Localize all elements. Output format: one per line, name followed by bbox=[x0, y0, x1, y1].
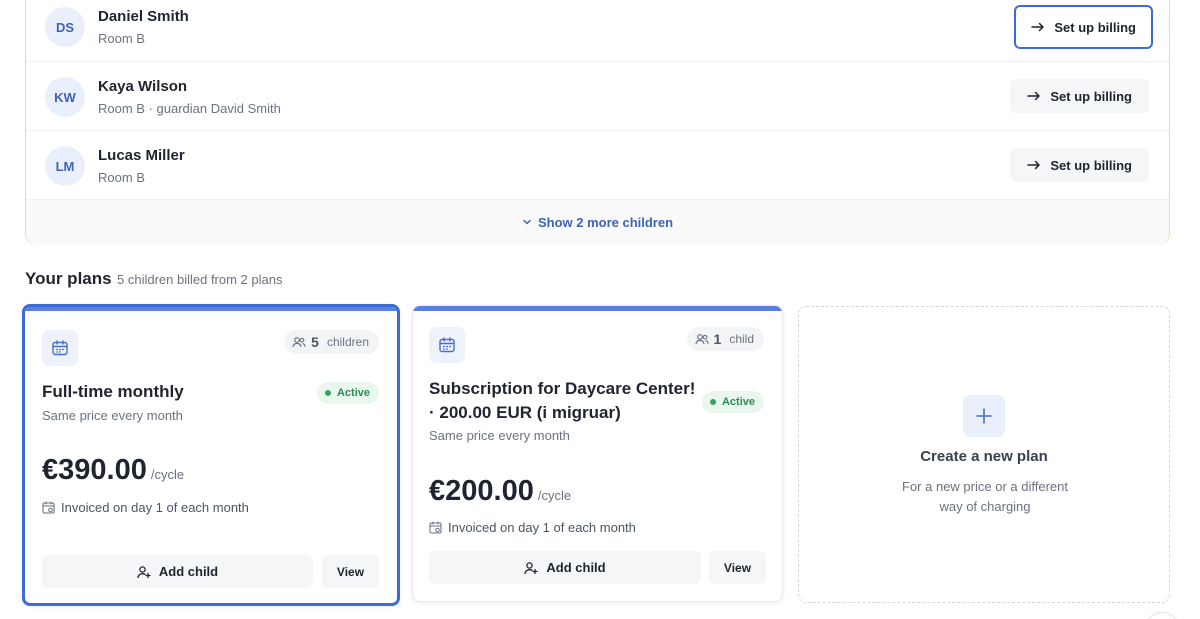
child-name: Daniel Smith bbox=[98, 8, 189, 25]
status-dot-icon bbox=[324, 390, 331, 396]
calendar-small-icon bbox=[429, 521, 442, 534]
price-cycle: /cycle bbox=[150, 467, 185, 482]
set-up-billing-button[interactable]: Set up billing bbox=[1010, 148, 1149, 182]
arrow-right-icon bbox=[1027, 160, 1041, 170]
add-child-label: Add child bbox=[546, 560, 606, 575]
plan-name: Full-time monthly bbox=[42, 382, 184, 401]
invoice-schedule: Invoiced on day 1 of each month bbox=[42, 500, 249, 515]
plan-pricing-type: Same price every month bbox=[42, 408, 183, 423]
plus-icon bbox=[963, 395, 1005, 437]
children-count-label: children bbox=[326, 335, 369, 349]
status-label: Active bbox=[336, 387, 370, 399]
avatar: KW bbox=[45, 77, 85, 117]
calendar-small-icon bbox=[42, 501, 55, 514]
set-up-billing-label: Set up billing bbox=[1054, 19, 1136, 35]
create-plan-card[interactable]: Create a new plan For a new price or a d… bbox=[798, 306, 1170, 603]
users-icon bbox=[292, 337, 306, 348]
arrow-right-icon bbox=[1027, 91, 1041, 101]
add-child-button[interactable]: Add child bbox=[429, 551, 701, 584]
status-badge: Active bbox=[701, 391, 764, 413]
calendar-icon bbox=[429, 327, 465, 363]
avatar: LM bbox=[45, 146, 85, 186]
child-name: Kaya Wilson bbox=[98, 78, 188, 95]
card-accent-bar bbox=[413, 306, 782, 311]
set-up-billing-button[interactable]: Set up billing bbox=[1010, 79, 1149, 113]
chevron-down-icon bbox=[523, 219, 531, 225]
children-count-badge: 5 children bbox=[284, 330, 379, 354]
section-subtitle: 5 children billed from 2 plans bbox=[117, 272, 283, 287]
section-title: Your plans bbox=[25, 269, 112, 288]
plan-card[interactable]: 5 children Full-time monthly Same price … bbox=[22, 304, 400, 606]
add-child-label: Add child bbox=[158, 564, 219, 579]
show-more-children-button[interactable]: Show 2 more children bbox=[26, 200, 1169, 244]
children-count: 1 bbox=[713, 331, 722, 347]
status-badge: Active bbox=[316, 382, 379, 404]
plan-name: Subscription for Daycare Center! · 200.0… bbox=[429, 379, 696, 422]
children-list-panel: DS Daniel Smith Room B Set up billing KW… bbox=[25, 0, 1170, 244]
set-up-billing-label: Set up billing bbox=[1050, 88, 1132, 104]
create-plan-title: Create a new plan bbox=[920, 448, 1048, 465]
add-child-button[interactable]: Add child bbox=[42, 555, 313, 588]
users-icon bbox=[694, 334, 709, 345]
show-more-label: Show 2 more children bbox=[537, 214, 674, 230]
child-row: DS Daniel Smith Room B Set up billing bbox=[26, 0, 1169, 62]
child-detail: Room B · guardian David Smith bbox=[98, 101, 281, 116]
set-up-billing-label: Set up billing bbox=[1050, 157, 1132, 173]
plan-price: €390.00/cycle bbox=[42, 454, 184, 487]
child-row: LM Lucas Miller Room B Set up billing bbox=[26, 131, 1169, 200]
calendar-icon bbox=[42, 330, 78, 366]
children-count-label: child bbox=[729, 332, 754, 346]
price-amount: €390.00 bbox=[42, 454, 147, 486]
child-detail: Room B bbox=[98, 31, 145, 46]
child-detail: Room B bbox=[98, 170, 145, 185]
children-count: 5 bbox=[311, 334, 319, 350]
plan-price: €200.00/cycle bbox=[429, 475, 571, 508]
avatar: DS bbox=[45, 7, 85, 47]
invoice-text: Invoiced on day 1 of each month bbox=[448, 520, 636, 535]
price-amount: €200.00 bbox=[429, 475, 534, 507]
user-plus-icon bbox=[137, 565, 151, 578]
set-up-billing-button[interactable]: Set up billing bbox=[1014, 5, 1153, 49]
view-plan-button[interactable]: View bbox=[322, 555, 379, 588]
invoice-schedule: Invoiced on day 1 of each month bbox=[429, 520, 636, 535]
floating-action-button[interactable] bbox=[1145, 612, 1179, 619]
plan-card[interactable]: 1 child Subscription for Daycare Center!… bbox=[412, 305, 783, 602]
create-plan-description: For a new price or a different way of ch… bbox=[902, 479, 1068, 514]
user-plus-icon bbox=[524, 561, 539, 574]
child-name: Lucas Miller bbox=[98, 147, 185, 164]
price-cycle: /cycle bbox=[537, 488, 572, 503]
plan-pricing-type: Same price every month bbox=[429, 428, 570, 443]
card-accent-bar bbox=[25, 307, 397, 311]
children-count-badge: 1 child bbox=[686, 327, 764, 351]
status-dot-icon bbox=[709, 399, 716, 405]
arrow-right-icon bbox=[1031, 22, 1045, 32]
child-row: KW Kaya Wilson Room B · guardian David S… bbox=[26, 62, 1169, 131]
view-plan-button[interactable]: View bbox=[709, 551, 766, 584]
invoice-text: Invoiced on day 1 of each month bbox=[61, 500, 249, 515]
status-label: Active bbox=[721, 396, 755, 408]
